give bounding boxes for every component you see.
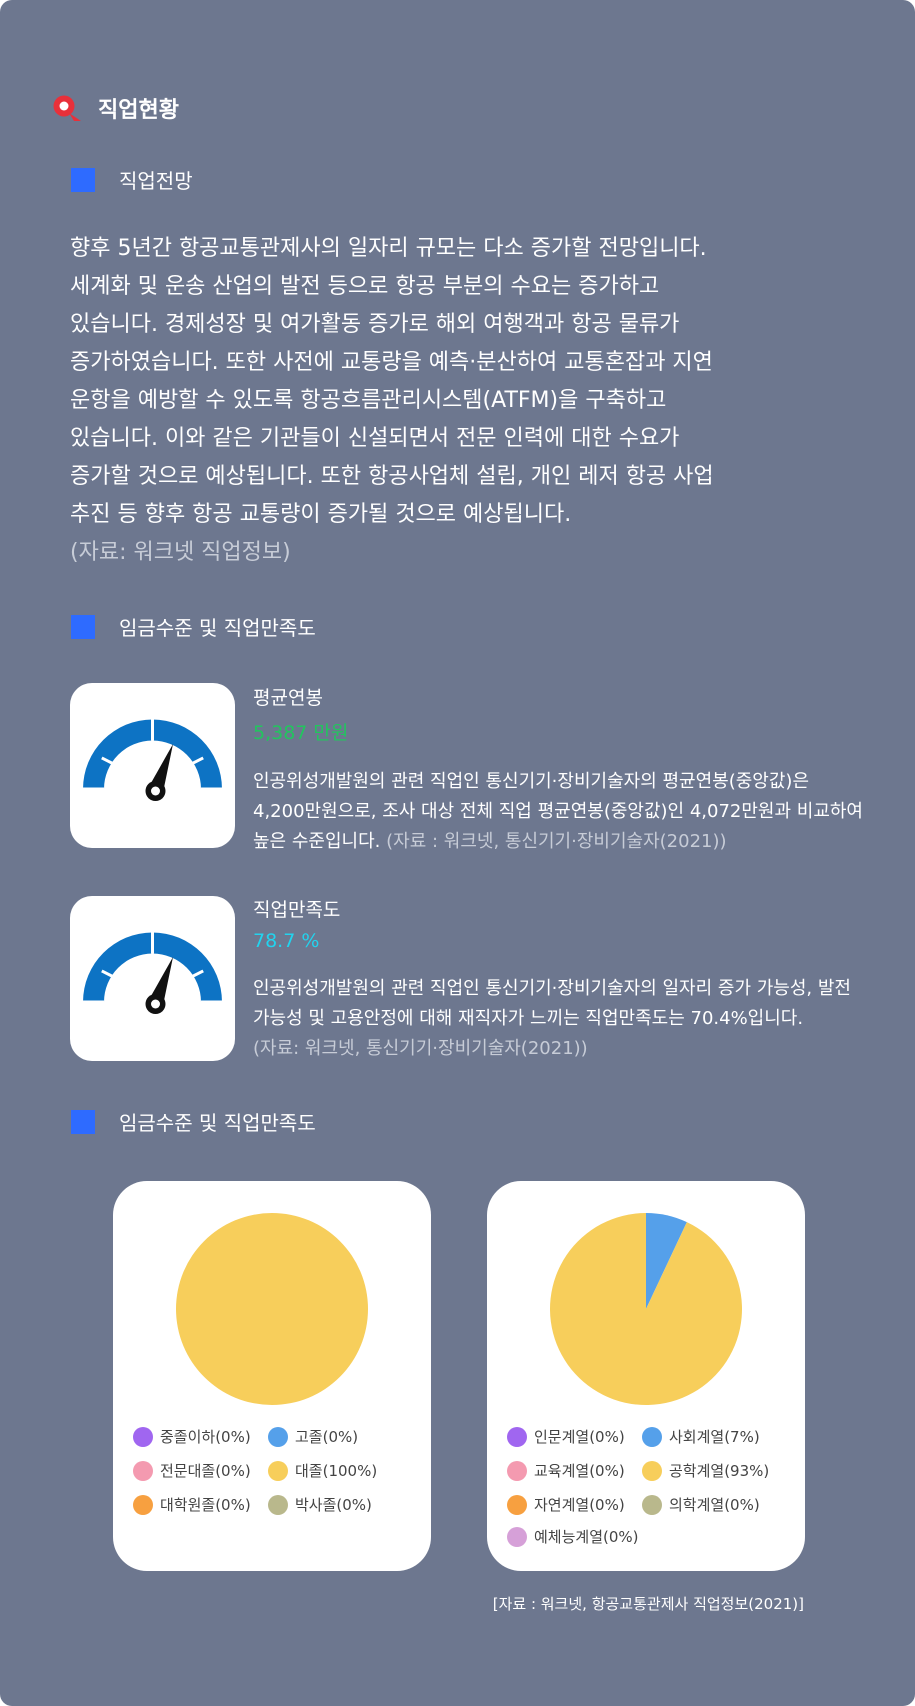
- legend-swatch: [133, 1460, 153, 1481]
- legend-label: 박사졸(0%): [295, 1496, 372, 1514]
- satisfaction-desc-text: 인공위성개발원의 관련 직업인 통신기기·장비기술자의 일자리 증가 가능성, …: [253, 978, 851, 1029]
- legend-swatch: [133, 1494, 153, 1515]
- pie-slice-대졸: [176, 1213, 368, 1405]
- legend-item: 고졸(0%): [268, 1426, 358, 1447]
- outlook-line: 추진 등 향후 항공 교통량이 증가될 것으로 예상됩니다.: [70, 502, 572, 527]
- legend-swatch: [133, 1426, 153, 1447]
- salary-value: 5,387 만원: [253, 722, 349, 744]
- outlook-line: 운항을 예방할 수 있도록 항공흐름관리시스템(ATFM)을 구축하고: [70, 388, 667, 413]
- salary-description: 인공위성개발원의 관련 직업인 통신기기·장비기술자의 평균연봉(중앙값)은 4…: [253, 767, 863, 857]
- legend-item: 중졸이하(0%): [133, 1426, 251, 1447]
- section-heading-distribution: 임금수준 및 직업만족도: [71, 1107, 316, 1136]
- legend-item: 대학원졸(0%): [133, 1494, 251, 1515]
- section-heading-wage: 임금수준 및 직업만족도: [71, 612, 316, 641]
- education-pie-chart: [176, 1213, 368, 1405]
- satisfaction-info: 직업만족도 78.7 % 인공위성개발원의 관련 직업인 통신기기·장비기술자의…: [253, 895, 863, 1064]
- section-title-outlook: 직업전망: [119, 169, 193, 193]
- legend-swatch: [268, 1494, 288, 1515]
- legend-item: 전문대졸(0%): [133, 1460, 251, 1481]
- search-magnifier-icon: [53, 95, 81, 121]
- legend-swatch: [507, 1426, 527, 1447]
- legend-label: 고졸(0%): [295, 1428, 359, 1446]
- blue-square-icon: [71, 1109, 95, 1134]
- page-title: 직업현황: [98, 98, 179, 123]
- legend-swatch: [507, 1494, 527, 1515]
- salary-info: 평균연봉 5,387 만원 인공위성개발원의 관련 직업인 통신기기·장비기술자…: [253, 683, 863, 857]
- satisfaction-value: 78.7 %: [253, 930, 320, 952]
- major-pie-card: 인문계열(0%) 사회계열(7%) 교육계열(0%) 공학계열(93%) 자연계열(0%…: [487, 1181, 805, 1571]
- legend-label: 사회계열(7%): [669, 1428, 760, 1446]
- satisfaction-label: 직업만족도: [253, 899, 341, 921]
- salary-gauge-tile: [70, 683, 235, 848]
- section-title-wage: 임금수준 및 직업만족도: [119, 616, 316, 640]
- legend-label: 교육계열(0%): [534, 1462, 625, 1480]
- outlook-line: 세계화 및 운송 산업의 발전 등으로 항공 부분의 수요는 증가하고: [70, 274, 660, 299]
- satisfaction-description: 인공위성개발원의 관련 직업인 통신기기·장비기술자의 일자리 증가 가능성, …: [253, 974, 863, 1064]
- outlook-line: 있습니다. 경제성장 및 여가활동 증가로 해외 여행객과 항공 물류가: [70, 312, 680, 337]
- outlook-line: 있습니다. 이와 같은 기관들이 신설되면서 전문 인력에 대한 수요가: [70, 426, 680, 451]
- gauge-icon: [83, 719, 222, 801]
- legend-label: 대학원졸(0%): [160, 1496, 251, 1514]
- outlook-paragraph: 향후 5년간 항공교통관제사의 일자리 규모는 다소 증가할 전망입니다. 세계…: [70, 230, 790, 572]
- legend-label: 인문계열(0%): [534, 1428, 625, 1446]
- legend-swatch: [268, 1460, 288, 1481]
- outlook-line: 증가할 것으로 예상됩니다. 또한 항공사업체 설립, 개인 레저 항공 사업: [70, 464, 714, 489]
- outlook-line: 증가하였습니다. 또한 사전에 교통량을 예측·분산하여 교통혼잡과 지연: [70, 350, 713, 375]
- section-title-distribution: 임금수준 및 직업만족도: [119, 1111, 316, 1135]
- satisfaction-source: (자료: 워크넷, 통신기기·장비기술자(2021)): [253, 1038, 588, 1059]
- legend-label: 의학계열(0%): [669, 1496, 760, 1514]
- legend-swatch: [642, 1426, 662, 1447]
- legend-label: 자연계열(0%): [534, 1496, 625, 1514]
- legend-item: 자연계열(0%): [507, 1494, 625, 1515]
- page-title-row: 직업현황: [50, 92, 179, 124]
- job-status-card: 직업현황 직업전망 향후 5년간 항공교통관제사의 일자리 규모는 다소 증가할…: [0, 0, 915, 1706]
- outlook-source: (자료: 워크넷 직업정보): [70, 540, 291, 565]
- legend-item: 대졸(100%): [268, 1460, 377, 1481]
- education-pie-card: 중졸이하(0%) 고졸(0%) 전문대졸(0%) 대졸(100%) 대학원졸(0%) 박사…: [113, 1181, 431, 1571]
- salary-label: 평균연봉: [253, 687, 323, 709]
- legend-label: 전문대졸(0%): [160, 1462, 251, 1480]
- legend-swatch: [642, 1460, 662, 1481]
- legend-item: 인문계열(0%): [507, 1426, 625, 1447]
- blue-square-icon: [71, 614, 95, 639]
- legend-item: 공학계열(93%): [642, 1460, 769, 1481]
- legend-item: 사회계열(7%): [642, 1426, 760, 1447]
- pie-slice-공학계열: [550, 1213, 742, 1405]
- legend-label: 대졸(100%): [295, 1462, 378, 1480]
- legend-item: 예체능계열(0%): [507, 1526, 639, 1547]
- legend-item: 교육계열(0%): [507, 1460, 625, 1481]
- salary-source: (자료 : 워크넷, 통신기기·장비기술자(2021)): [386, 831, 727, 852]
- satisfaction-gauge-tile: [70, 896, 235, 1061]
- section-heading-outlook: 직업전망: [71, 165, 193, 194]
- legend-label: 중졸이하(0%): [160, 1428, 251, 1446]
- gauge-icon: [83, 932, 222, 1014]
- outlook-line: 향후 5년간 항공교통관제사의 일자리 규모는 다소 증가할 전망입니다.: [70, 236, 707, 261]
- legend-label: 예체능계열(0%): [534, 1528, 639, 1546]
- legend-item: 박사졸(0%): [268, 1494, 372, 1515]
- legend-swatch: [507, 1460, 527, 1481]
- legend-item: 의학계열(0%): [642, 1494, 760, 1515]
- major-pie-chart: [550, 1213, 742, 1405]
- legend-swatch: [507, 1526, 527, 1547]
- blue-square-icon: [71, 167, 95, 192]
- distribution-source: [자료 : 워크넷, 항공교통관제사 직업정보(2021)]: [492, 1595, 804, 1613]
- legend-swatch: [642, 1494, 662, 1515]
- legend-swatch: [268, 1426, 288, 1447]
- legend-label: 공학계열(93%): [669, 1462, 770, 1480]
